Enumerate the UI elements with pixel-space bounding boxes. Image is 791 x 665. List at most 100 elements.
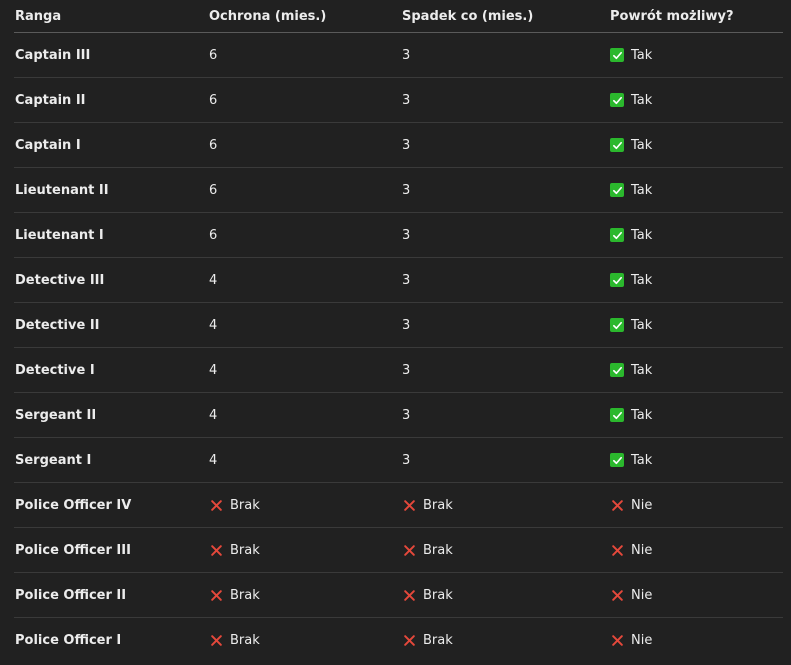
rank-table: Ranga Ochrona (mies.) Spadek co (mies.) … bbox=[14, 0, 783, 663]
return-cell-text: Tak bbox=[631, 47, 653, 63]
protection-cell: Brak bbox=[208, 588, 401, 603]
protection-cell: 6 bbox=[208, 48, 401, 63]
cross-mark-icon bbox=[402, 498, 416, 512]
return-cell-text: Tak bbox=[631, 362, 653, 378]
decay-cell-text: 3 bbox=[402, 227, 411, 243]
check-mark-icon bbox=[610, 273, 624, 287]
decay-cell-text: 3 bbox=[402, 452, 411, 468]
rank-cell-text: Police Officer III bbox=[15, 542, 131, 558]
protection-cell-text: Brak bbox=[230, 633, 260, 648]
decay-cell: 3 bbox=[401, 408, 609, 423]
table-row: Captain I 6 3 Tak bbox=[14, 123, 783, 168]
decay-cell: 3 bbox=[401, 183, 609, 198]
check-mark-icon bbox=[610, 453, 624, 467]
rank-cell: Police Officer I bbox=[14, 633, 208, 648]
rank-cell: Captain II bbox=[14, 93, 208, 108]
table-row: Police Officer I Brak Brak Nie bbox=[14, 618, 783, 663]
table-row: Lieutenant II 6 3 Tak bbox=[14, 168, 783, 213]
rank-cell: Detective I bbox=[14, 363, 208, 378]
rank-cell-text: Captain III bbox=[15, 47, 91, 63]
protection-cell: 4 bbox=[208, 318, 401, 333]
rank-cell-text: Detective III bbox=[15, 272, 105, 288]
table-row: Police Officer II Brak Brak Nie bbox=[14, 573, 783, 618]
header-protection: Ochrona (mies.) bbox=[209, 8, 327, 24]
return-cell: Tak bbox=[609, 138, 783, 153]
rank-cell-text: Captain I bbox=[15, 137, 81, 153]
return-cell: Tak bbox=[609, 273, 783, 288]
decay-cell: 3 bbox=[401, 273, 609, 288]
protection-cell: 6 bbox=[208, 183, 401, 198]
check-mark-icon bbox=[610, 183, 624, 197]
protection-cell-text: Brak bbox=[230, 587, 260, 603]
rank-cell-text: Lieutenant II bbox=[15, 182, 109, 198]
rank-cell: Sergeant II bbox=[14, 408, 208, 423]
return-cell: Nie bbox=[609, 588, 783, 603]
table-row: Captain II 6 3 Tak bbox=[14, 78, 783, 123]
decay-cell-text: Brak bbox=[423, 587, 453, 603]
rank-cell-text: Police Officer I bbox=[15, 633, 122, 648]
rank-cell: Sergeant I bbox=[14, 453, 208, 468]
return-cell-text: Tak bbox=[631, 137, 653, 153]
return-cell: Nie bbox=[609, 633, 783, 648]
decay-cell-text: 3 bbox=[402, 92, 411, 108]
table-row: Sergeant II 4 3 Tak bbox=[14, 393, 783, 438]
decay-cell: Brak bbox=[401, 588, 609, 603]
rank-cell: Police Officer IV bbox=[14, 498, 208, 513]
decay-cell: Brak bbox=[401, 498, 609, 513]
return-cell-text: Tak bbox=[631, 317, 653, 333]
header-decay: Spadek co (mies.) bbox=[402, 8, 534, 24]
return-cell: Tak bbox=[609, 228, 783, 243]
rank-cell: Detective II bbox=[14, 318, 208, 333]
protection-cell-text: 6 bbox=[209, 137, 218, 153]
return-cell: Tak bbox=[609, 363, 783, 378]
protection-cell-text: 6 bbox=[209, 227, 218, 243]
table-header: Ranga Ochrona (mies.) Spadek co (mies.) … bbox=[14, 0, 783, 33]
return-cell-text: Tak bbox=[631, 272, 653, 288]
return-cell: Tak bbox=[609, 93, 783, 108]
protection-cell: 4 bbox=[208, 453, 401, 468]
return-cell: Tak bbox=[609, 183, 783, 198]
rank-cell: Police Officer III bbox=[14, 543, 208, 558]
decay-cell-text: 3 bbox=[402, 272, 411, 288]
decay-cell-text: 3 bbox=[402, 137, 411, 153]
decay-cell: 3 bbox=[401, 138, 609, 153]
return-cell-text: Tak bbox=[631, 182, 653, 198]
protection-cell-text: 4 bbox=[209, 452, 218, 468]
cross-mark-icon bbox=[402, 588, 416, 602]
rank-cell: Detective III bbox=[14, 273, 208, 288]
decay-cell-text: 3 bbox=[402, 362, 411, 378]
check-mark-icon bbox=[610, 93, 624, 107]
return-cell: Tak bbox=[609, 48, 783, 63]
return-cell: Tak bbox=[609, 453, 783, 468]
cross-mark-icon bbox=[402, 634, 416, 648]
table-row: Detective I 4 3 Tak bbox=[14, 348, 783, 393]
return-cell: Tak bbox=[609, 408, 783, 423]
decay-cell-text: Brak bbox=[423, 542, 453, 558]
return-cell-text: Tak bbox=[631, 92, 653, 108]
protection-cell-text: 4 bbox=[209, 317, 218, 333]
cross-mark-icon bbox=[402, 543, 416, 557]
decay-cell-text: 3 bbox=[402, 317, 411, 333]
rank-cell-text: Police Officer II bbox=[15, 587, 127, 603]
decay-cell-text: 3 bbox=[402, 47, 411, 63]
check-mark-icon bbox=[610, 363, 624, 377]
return-cell: Nie bbox=[609, 498, 783, 513]
rank-cell-text: Lieutenant I bbox=[15, 227, 104, 243]
protection-cell-text: 6 bbox=[209, 47, 218, 63]
cross-mark-icon bbox=[610, 543, 624, 557]
decay-cell: 3 bbox=[401, 93, 609, 108]
header-return: Powrót możliwy? bbox=[610, 8, 734, 24]
table-row: Police Officer III Brak Brak Nie bbox=[14, 528, 783, 573]
rank-cell: Captain I bbox=[14, 138, 208, 153]
cross-mark-icon bbox=[209, 634, 223, 648]
protection-cell-text: 6 bbox=[209, 182, 218, 198]
return-cell-text: Nie bbox=[631, 542, 653, 558]
decay-cell-text: Brak bbox=[423, 497, 453, 513]
decay-cell: Brak bbox=[401, 543, 609, 558]
return-cell-text: Nie bbox=[631, 633, 653, 648]
decay-cell: 3 bbox=[401, 363, 609, 378]
check-mark-icon bbox=[610, 408, 624, 422]
protection-cell: Brak bbox=[208, 633, 401, 648]
protection-cell-text: 4 bbox=[209, 362, 218, 378]
table-row: Captain III 6 3 Tak bbox=[14, 33, 783, 78]
